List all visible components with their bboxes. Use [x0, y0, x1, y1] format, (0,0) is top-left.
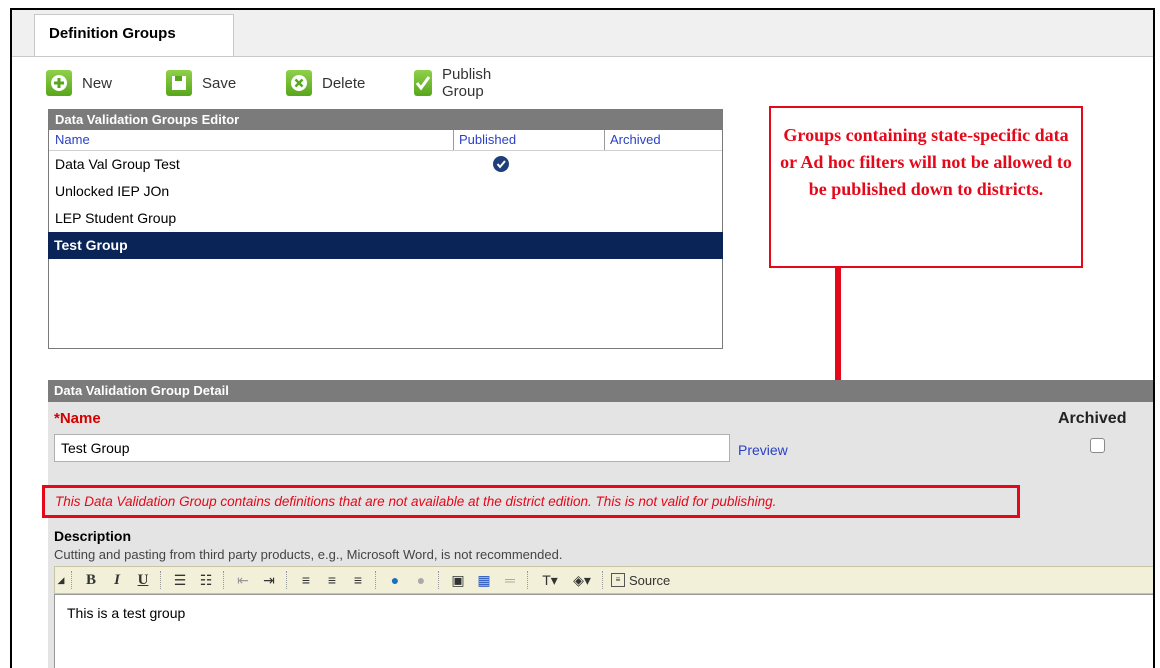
align-left-icon[interactable]: ≡: [294, 569, 318, 591]
table-row[interactable]: Unlocked IEP JOn: [49, 178, 722, 205]
col-divider: [604, 130, 605, 150]
archived-label: Archived: [1058, 410, 1127, 427]
app-frame: Definition Groups New Save Delete Publis…: [10, 8, 1155, 668]
groups-table-header: Name Published Archived: [49, 130, 722, 151]
groups-editor-title: Data Validation Groups Editor: [49, 110, 722, 130]
source-label: Source: [629, 572, 671, 588]
source-button[interactable]: ≡ Source: [611, 573, 670, 588]
row-name: LEP Student Group: [55, 210, 177, 226]
align-right-icon[interactable]: ≡: [346, 569, 370, 591]
name-field-label: *Name: [54, 410, 101, 427]
toolbar-separator: [438, 571, 441, 589]
save-label: Save: [202, 74, 237, 92]
col-header-name[interactable]: Name: [55, 130, 90, 150]
table-row[interactable]: Data Val Group Test: [49, 151, 722, 178]
toolbar-collapse-icon[interactable]: ◢: [56, 569, 66, 591]
annotation-callout: Groups containing state-specific data or…: [769, 106, 1083, 268]
description-note: Cutting and pasting from third party pro…: [54, 547, 563, 562]
delete-button[interactable]: Delete: [286, 68, 365, 98]
published-check-icon: [493, 156, 509, 172]
group-detail-panel: Data Validation Group Detail *Name Previ…: [48, 380, 1153, 668]
background-color-icon[interactable]: ◈▾: [567, 569, 597, 591]
description-label: Description: [54, 528, 132, 544]
delete-icon: [286, 70, 312, 96]
description-editor[interactable]: This is a test group: [54, 594, 1153, 668]
row-name: Test Group: [54, 237, 128, 253]
new-label: New: [82, 74, 113, 92]
group-detail-title: Data Validation Group Detail: [48, 380, 1153, 402]
publish-warning: This Data Validation Group contains defi…: [42, 485, 1020, 518]
groups-editor-panel: Data Validation Groups Editor Name Publi…: [48, 109, 723, 349]
tab-definition-groups[interactable]: Definition Groups: [34, 14, 234, 56]
preview-link[interactable]: Preview: [738, 442, 788, 458]
link-icon[interactable]: ●: [383, 569, 407, 591]
save-button[interactable]: Save: [166, 68, 236, 98]
tab-strip: Definition Groups: [12, 10, 1153, 57]
new-button[interactable]: New: [46, 68, 112, 98]
col-header-archived[interactable]: Archived: [610, 130, 661, 150]
toolbar-separator: [223, 571, 226, 589]
image-icon[interactable]: ▣: [446, 569, 470, 591]
publish-group-button[interactable]: Publish Group: [414, 66, 499, 100]
name-field[interactable]: [54, 434, 730, 462]
toolbar-separator: [71, 571, 74, 589]
table-row-selected[interactable]: Test Group: [48, 232, 723, 259]
text-color-icon[interactable]: T▾: [535, 569, 565, 591]
bulleted-list-icon[interactable]: ☷: [194, 569, 218, 591]
underline-icon[interactable]: U: [131, 569, 155, 591]
plus-icon: [46, 70, 72, 96]
col-header-published[interactable]: Published: [459, 130, 516, 150]
toolbar-separator: [160, 571, 163, 589]
toolbar-separator: [375, 571, 378, 589]
row-name: Data Val Group Test: [55, 156, 180, 172]
row-name: Unlocked IEP JOn: [55, 183, 170, 199]
delete-label: Delete: [322, 74, 366, 92]
numbered-list-icon[interactable]: ☰: [168, 569, 192, 591]
horizontal-rule-icon[interactable]: ═: [498, 569, 522, 591]
table-icon[interactable]: ▦: [472, 569, 496, 591]
indent-icon[interactable]: ⇥: [257, 569, 281, 591]
archived-checkbox[interactable]: [1090, 438, 1105, 453]
toolbar-separator: [602, 571, 605, 589]
bold-icon[interactable]: B: [79, 569, 103, 591]
italic-icon[interactable]: I: [105, 569, 129, 591]
unlink-icon[interactable]: ●: [409, 569, 433, 591]
outdent-icon[interactable]: ⇤: [231, 569, 255, 591]
toolbar-separator: [527, 571, 530, 589]
col-divider: [453, 130, 454, 150]
publish-group-label: Publish Group: [442, 66, 492, 100]
checkmark-icon: [414, 70, 432, 96]
table-row[interactable]: LEP Student Group: [49, 205, 722, 232]
align-center-icon[interactable]: ≡: [320, 569, 344, 591]
save-icon: [166, 70, 192, 96]
rich-text-toolbar: ◢ B I U ☰ ☷ ⇤ ⇥ ≡ ≡ ≡ ● ● ▣ ▦ ═ T▾ ◈▾ ≡ …: [54, 566, 1153, 594]
toolbar-separator: [286, 571, 289, 589]
source-icon: ≡: [611, 573, 625, 587]
